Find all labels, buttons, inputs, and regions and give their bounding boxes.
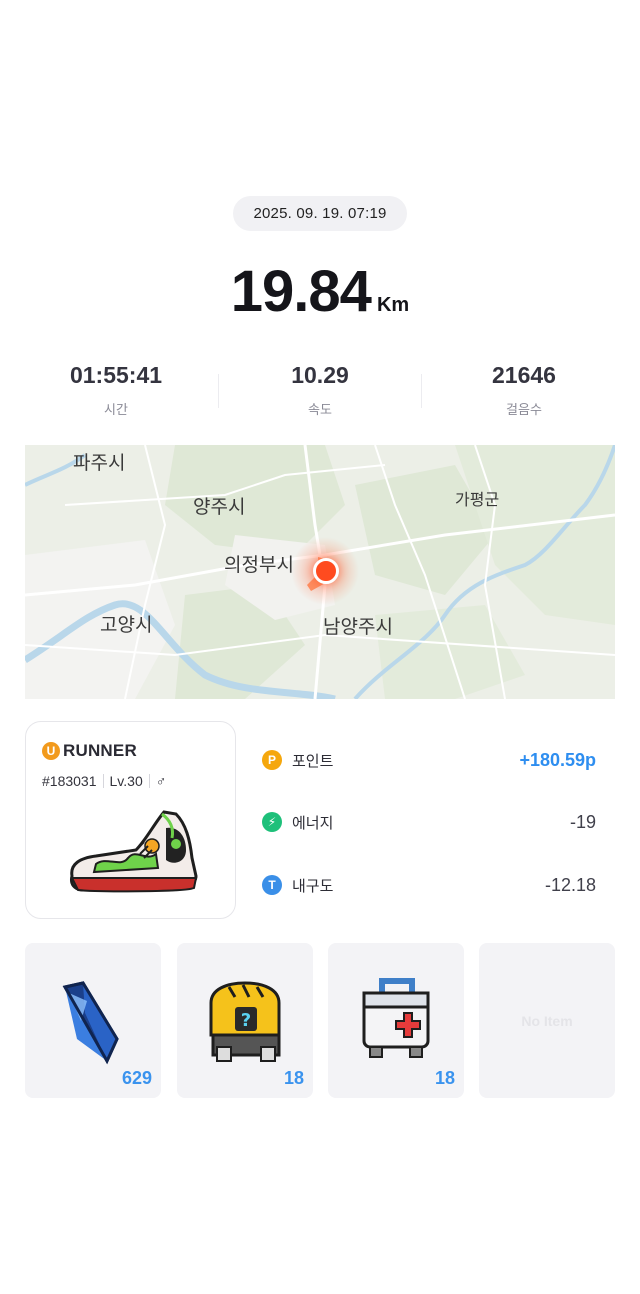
stat-speed-label: 속도 <box>308 402 332 417</box>
item-count: 18 <box>434 1068 455 1088</box>
stats-divider <box>218 374 219 408</box>
runner-meta: #183031 Lv.30 ♂ <box>42 773 166 789</box>
map-label-yangju: 양주시 <box>193 496 246 518</box>
stat-time-label: 시간 <box>104 402 128 417</box>
runner-card[interactable]: U RUNNER #183031 Lv.30 ♂ <box>25 721 236 919</box>
no-item-label: No Item <box>521 1013 573 1029</box>
meta-divider <box>148 774 150 788</box>
stat-speed: 10.29 속도 <box>220 362 420 418</box>
record-datetime: 2025. 09. 19. 07:19 <box>233 196 407 231</box>
stat-steps-value: 21646 <box>492 362 556 388</box>
reward-durability: T 내구도 -12.18 <box>262 870 596 900</box>
item-count: 18 <box>283 1068 304 1088</box>
map-label-uijeongbu: 의정부시 <box>224 554 294 576</box>
map-label-gapyeong: 가평군 <box>455 490 500 509</box>
reward-energy-label: 에너지 <box>292 814 334 832</box>
male-symbol-icon: ♂ <box>155 773 167 789</box>
route-map[interactable]: 파주시 양주시 가평군 의정부시 고양시 남양주시 <box>25 445 615 699</box>
meta-divider <box>102 774 104 788</box>
runner-level: Lv.30 <box>109 773 143 789</box>
reward-energy: ⚡ 에너지 -19 <box>262 807 596 837</box>
item-slot-mystery-box[interactable]: ? 18 <box>177 943 313 1098</box>
reward-points-value: +180.59p <box>519 749 596 770</box>
stat-time-value: 01:55:41 <box>69 362 163 388</box>
point-coin-icon: P <box>262 750 282 770</box>
map-label-namyangju: 남양주시 <box>323 616 393 638</box>
runner-badge-icon: U <box>42 742 60 760</box>
item-slot-repair-kit[interactable]: 18 <box>328 943 464 1098</box>
reward-points: P 포인트 +180.59p <box>262 745 596 775</box>
runner-name: RUNNER <box>63 741 137 760</box>
item-slot-gem[interactable]: 629 <box>25 943 161 1098</box>
location-pin-icon <box>313 558 339 584</box>
stat-steps: 21646 걸음수 <box>424 362 624 418</box>
runner-header: U RUNNER <box>42 741 137 761</box>
stats-divider <box>421 374 422 408</box>
durability-icon: T <box>262 875 282 895</box>
runner-id: #183031 <box>42 773 97 789</box>
stat-time: 01:55:41 시간 <box>16 362 216 418</box>
stat-steps-label: 걸음수 <box>506 402 542 417</box>
reward-durability-label: 내구도 <box>292 877 334 895</box>
distance-display: 19.84 Km <box>0 258 640 328</box>
stat-speed-value: 10.29 <box>291 362 349 388</box>
reward-energy-value: -19 <box>569 811 596 832</box>
reward-durability-value: -12.18 <box>544 874 596 895</box>
energy-bolt-icon: ⚡ <box>262 812 282 832</box>
distance-unit: Km <box>376 294 410 316</box>
distance-value: 19.84 <box>230 259 372 324</box>
stats-row: 01:55:41 시간 10.29 속도 21646 걸음수 <box>0 362 640 426</box>
item-count: 629 <box>121 1068 152 1088</box>
svg-text:?: ? <box>241 1010 251 1031</box>
sneaker-icon <box>70 810 198 893</box>
map-label-goyang: 고양시 <box>100 614 153 636</box>
reward-points-label: 포인트 <box>292 752 334 770</box>
map-label-paju: 파주시 <box>73 452 126 474</box>
item-slot-empty: No Item <box>479 943 615 1098</box>
